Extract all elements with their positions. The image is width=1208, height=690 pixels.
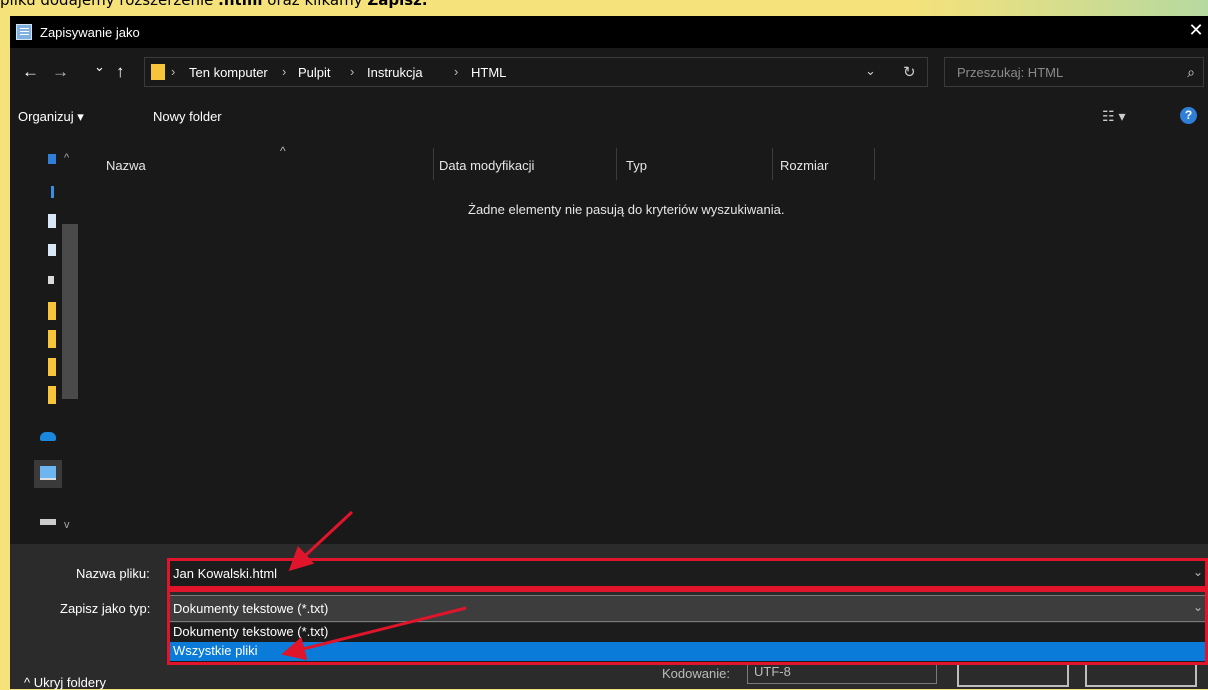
annotation-arrows [281,510,467,661]
annotation-arrow-file-type [281,606,467,661]
annotation-arrow-filename [288,510,354,572]
